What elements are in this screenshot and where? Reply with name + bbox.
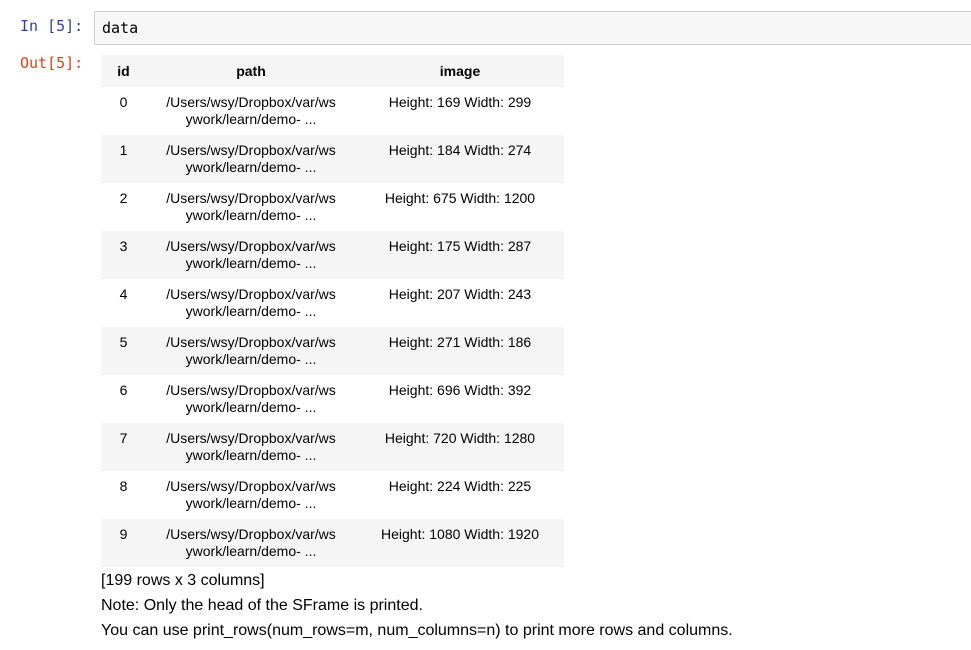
cell-id: 4: [101, 279, 146, 327]
cell-id: 3: [101, 231, 146, 279]
table-row: 7 /Users/wsy/Dropbox/var/ws ywork/learn/d…: [101, 423, 564, 471]
cell-image: Height: 207 Width: 243: [356, 279, 564, 327]
table-row: 1 /Users/wsy/Dropbox/var/ws ywork/learn/d…: [101, 135, 564, 183]
cell-path: /Users/wsy/Dropbox/var/ws ywork/learn/dem…: [146, 327, 356, 375]
row-count-summary: [199 rows x 3 columns]: [101, 572, 265, 589]
cell-image: Height: 696 Width: 392: [356, 375, 564, 423]
cell-path: /Users/wsy/Dropbox/var/ws ywork/learn/dem…: [146, 135, 356, 183]
cell-id: 0: [101, 87, 146, 135]
cell-image: Height: 175 Width: 287: [356, 231, 564, 279]
column-header-image: image: [356, 55, 564, 87]
cell-path: /Users/wsy/Dropbox/var/ws ywork/learn/dem…: [146, 471, 356, 519]
cell-id: 9: [101, 519, 146, 567]
table-row: 8 /Users/wsy/Dropbox/var/ws ywork/learn/d…: [101, 471, 564, 519]
table-header-row: id path image: [101, 55, 564, 87]
table-row: 2 /Users/wsy/Dropbox/var/ws ywork/learn/d…: [101, 183, 564, 231]
table-row: 4 /Users/wsy/Dropbox/var/ws ywork/learn/d…: [101, 279, 564, 327]
output-area: id path image 0 /Users/wsy/Dropbox/var/w…: [101, 55, 733, 643]
code-input-area[interactable]: data: [94, 11, 971, 45]
table-row: 9 /Users/wsy/Dropbox/var/ws ywork/learn/d…: [101, 519, 564, 567]
cell-image: Height: 1080 Width: 1920: [356, 519, 564, 567]
cell-path: /Users/wsy/Dropbox/var/ws ywork/learn/dem…: [146, 87, 356, 135]
input-prompt: In [5]:: [20, 17, 84, 35]
table-row: 6 /Users/wsy/Dropbox/var/ws ywork/learn/d…: [101, 375, 564, 423]
cell-id: 7: [101, 423, 146, 471]
cell-path: /Users/wsy/Dropbox/var/ws ywork/learn/dem…: [146, 183, 356, 231]
notebook-cell: In [5]: data Out[5]: id path image 0 /Us…: [0, 0, 971, 650]
cell-image: Height: 271 Width: 186: [356, 327, 564, 375]
print-rows-hint: You can use print_rows(num_rows=m, num_c…: [101, 622, 733, 639]
cell-image: Height: 720 Width: 1280: [356, 423, 564, 471]
cell-path: /Users/wsy/Dropbox/var/ws ywork/learn/dem…: [146, 231, 356, 279]
column-header-id: id: [101, 55, 146, 87]
cell-id: 8: [101, 471, 146, 519]
table-row: 0 /Users/wsy/Dropbox/var/ws ywork/learn/d…: [101, 87, 564, 135]
output-prompt: Out[5]:: [20, 54, 84, 72]
output-notes: [199 rows x 3 columns] Note: Only the he…: [101, 568, 733, 643]
cell-path: /Users/wsy/Dropbox/var/ws ywork/learn/dem…: [146, 375, 356, 423]
cell-image: Height: 184 Width: 274: [356, 135, 564, 183]
cell-id: 2: [101, 183, 146, 231]
table-row: 3 /Users/wsy/Dropbox/var/ws ywork/learn/d…: [101, 231, 564, 279]
sframe-table: id path image 0 /Users/wsy/Dropbox/var/w…: [101, 55, 564, 567]
table-body: 0 /Users/wsy/Dropbox/var/ws ywork/learn/d…: [101, 87, 564, 567]
head-note: Note: Only the head of the SFrame is pri…: [101, 597, 423, 614]
cell-id: 1: [101, 135, 146, 183]
cell-id: 6: [101, 375, 146, 423]
cell-image: Height: 224 Width: 225: [356, 471, 564, 519]
cell-id: 5: [101, 327, 146, 375]
cell-image: Height: 169 Width: 299: [356, 87, 564, 135]
cell-path: /Users/wsy/Dropbox/var/ws ywork/learn/dem…: [146, 423, 356, 471]
cell-path: /Users/wsy/Dropbox/var/ws ywork/learn/dem…: [146, 279, 356, 327]
code-text: data: [102, 19, 139, 37]
table-row: 5 /Users/wsy/Dropbox/var/ws ywork/learn/d…: [101, 327, 564, 375]
cell-image: Height: 675 Width: 1200: [356, 183, 564, 231]
column-header-path: path: [146, 55, 356, 87]
cell-path: /Users/wsy/Dropbox/var/ws ywork/learn/dem…: [146, 519, 356, 567]
